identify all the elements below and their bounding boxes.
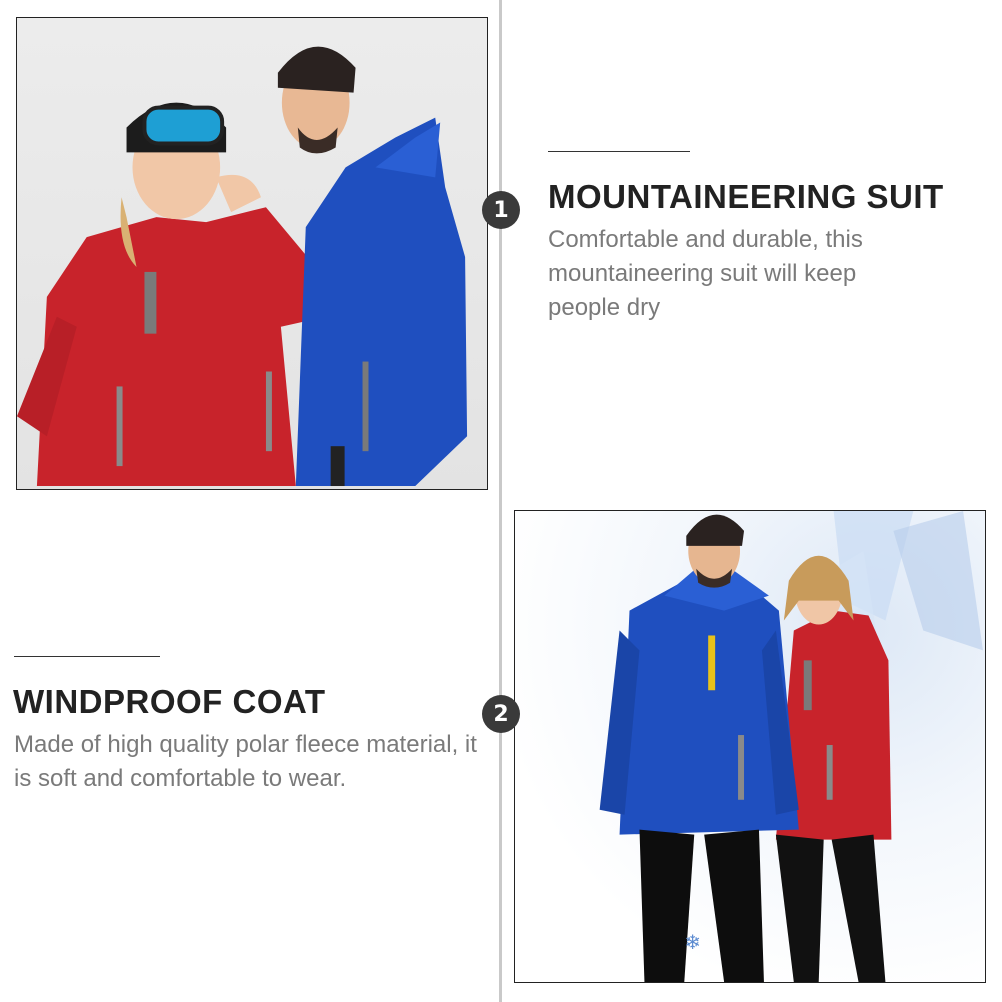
section-2-title: WINDPROOF COAT	[13, 683, 326, 720]
product-photo-2: ❄	[514, 510, 986, 983]
step-1-badge: 1	[482, 191, 520, 229]
couple-photo-2-illustration: ❄	[599, 511, 984, 982]
product-photo-1	[16, 17, 488, 490]
step-2-badge: 2	[482, 695, 520, 733]
couple-photo-1-illustration	[17, 46, 468, 487]
center-divider	[499, 0, 502, 1002]
svg-text:❄: ❄	[684, 931, 701, 954]
section-1-description: Comfortable and durable, this mountainee…	[548, 226, 863, 321]
section-2-description: Made of high quality polar fleece materi…	[14, 731, 477, 792]
section-1-rule	[548, 151, 690, 152]
section-1-title: MOUNTAINEERING SUIT	[548, 178, 944, 215]
section-2-rule	[14, 656, 160, 657]
